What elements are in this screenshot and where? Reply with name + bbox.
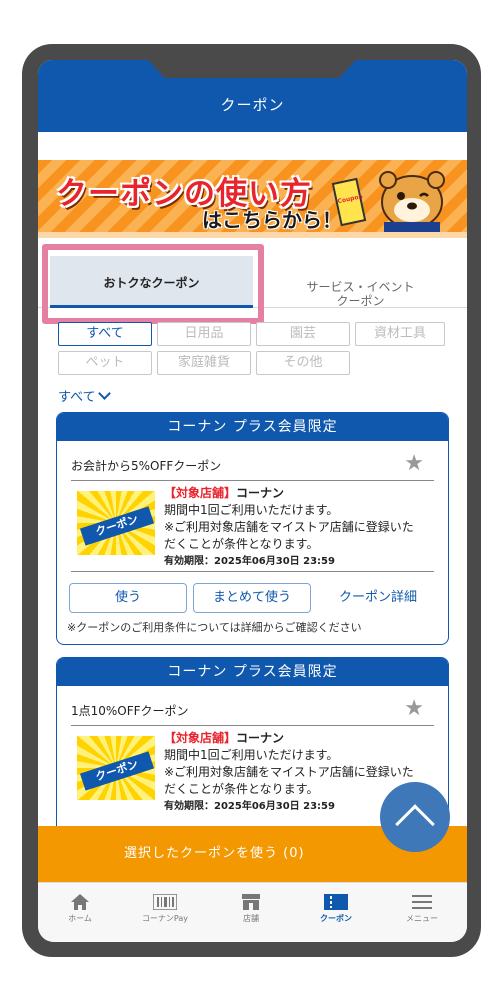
category-dropdown[interactable]: すべて: [58, 386, 111, 405]
coupon-expiry: 有効期限：2025年06月30日 23:59: [164, 801, 335, 812]
mascot-otter-icon: [379, 171, 445, 232]
coupon-info: 【対象店舗】コーナン 期間中1回ご利用いただけます。 ※ご利用対象店舗をマイスト…: [164, 730, 414, 815]
use-button[interactable]: 使う: [69, 583, 187, 613]
tab-label: サービス・イベント クーポン: [306, 280, 415, 308]
dropdown-label: すべて: [58, 390, 96, 405]
filter-daily-goods[interactable]: 日用品: [157, 322, 251, 346]
app-screen: クーポン クーポンの使い方 はこちらから！ Coupon おトクなクーポン サー…: [38, 60, 467, 942]
page-title: クーポン: [220, 96, 285, 114]
coupon-card: コーナン プラス会員限定 お会計から5%OFFクーポン ★ クーポン 【対象店舗…: [56, 412, 449, 645]
coupon-desc-3: だくことが条件となります。: [164, 782, 319, 796]
coupon-desc-1: 期間中1回ご利用いただけます。: [164, 503, 339, 517]
nav-stores[interactable]: 店舗: [211, 891, 291, 924]
use-together-button[interactable]: まとめて使う: [193, 583, 311, 613]
chevron-down-icon: [97, 387, 111, 400]
coupon-expiry: 有効期限：2025年06月30日 23:59: [164, 556, 335, 567]
filter-other[interactable]: その他: [256, 351, 350, 375]
nav-label: コーナンPay: [141, 914, 189, 923]
coupon-thumbnail-label: クーポン: [79, 751, 155, 791]
home-icon: [40, 891, 120, 913]
coupon-desc-3: だくことが条件となります。: [164, 537, 319, 551]
store-name: コーナン: [236, 486, 285, 500]
coupon-desc-2: ※ご利用対象店舗をマイストア店舗に登録いた: [164, 520, 414, 534]
banner-subline: はこちらから！: [202, 208, 342, 232]
coupon-note: ※クーポンのご利用条件については詳細からご確認ください: [67, 621, 362, 634]
coupon-thumbnail-label: クーポン: [79, 506, 155, 546]
barcode-icon: [125, 891, 205, 913]
store-tag: 【対象店舗】: [164, 486, 237, 500]
favorite-star-icon[interactable]: ★: [404, 451, 424, 476]
coupon-name: お会計から5%OFFクーポン: [71, 459, 222, 473]
menu-icon: [382, 891, 462, 913]
nav-label: 店舗: [243, 914, 259, 923]
store-icon: [211, 891, 291, 913]
bottom-navigation: ホーム コーナンPay 店舗 クーポン メニュー: [38, 882, 467, 942]
tab-service-event-coupons[interactable]: サービス・イベント クーポン: [263, 256, 458, 308]
coupon-icon: [296, 891, 376, 913]
device-notch: [148, 60, 356, 78]
filter-gardening[interactable]: 園芸: [256, 322, 350, 346]
coupon-name: 1点10%OFFクーポン: [71, 704, 189, 718]
coupon-detail-link[interactable]: クーポン詳細: [339, 583, 417, 613]
coupon-card-header: コーナン プラス会員限定: [57, 658, 448, 686]
nav-label: ホーム: [68, 914, 92, 923]
coupon-guide-banner[interactable]: クーポンの使い方 はこちらから！ Coupon: [38, 160, 467, 238]
nav-coupons[interactable]: クーポン: [296, 891, 376, 924]
nav-menu[interactable]: メニュー: [382, 891, 462, 924]
filter-tools[interactable]: 資材工具: [355, 322, 445, 346]
coupon-thumbnail: クーポン: [77, 736, 155, 800]
nav-label: メニュー: [406, 914, 438, 923]
store-name: コーナン: [236, 731, 285, 745]
coupon-desc-2: ※ご利用対象店舗をマイストア店舗に登録いた: [164, 765, 414, 779]
filter-household[interactable]: 家庭雑貨: [157, 351, 251, 375]
coupon-thumbnail: クーポン: [77, 491, 155, 555]
coupon-card-header: コーナン プラス会員限定: [57, 413, 448, 441]
coupon-desc-1: 期間中1回ご利用いただけます。: [164, 748, 339, 762]
nav-konan-pay[interactable]: コーナンPay: [125, 891, 205, 924]
filter-all[interactable]: すべて: [58, 322, 152, 346]
chevron-up-icon: [395, 804, 435, 844]
nav-label: クーポン: [320, 914, 352, 923]
coupon-info: 【対象店舗】コーナン 期間中1回ご利用いただけます。 ※ご利用対象店舗をマイスト…: [164, 485, 414, 570]
filter-pets[interactable]: ペット: [58, 351, 152, 375]
favorite-star-icon[interactable]: ★: [404, 696, 424, 721]
store-tag: 【対象店舗】: [164, 731, 237, 745]
highlight-annotation: [42, 244, 264, 324]
scroll-to-top-button[interactable]: [380, 782, 450, 852]
nav-home[interactable]: ホーム: [40, 891, 120, 924]
